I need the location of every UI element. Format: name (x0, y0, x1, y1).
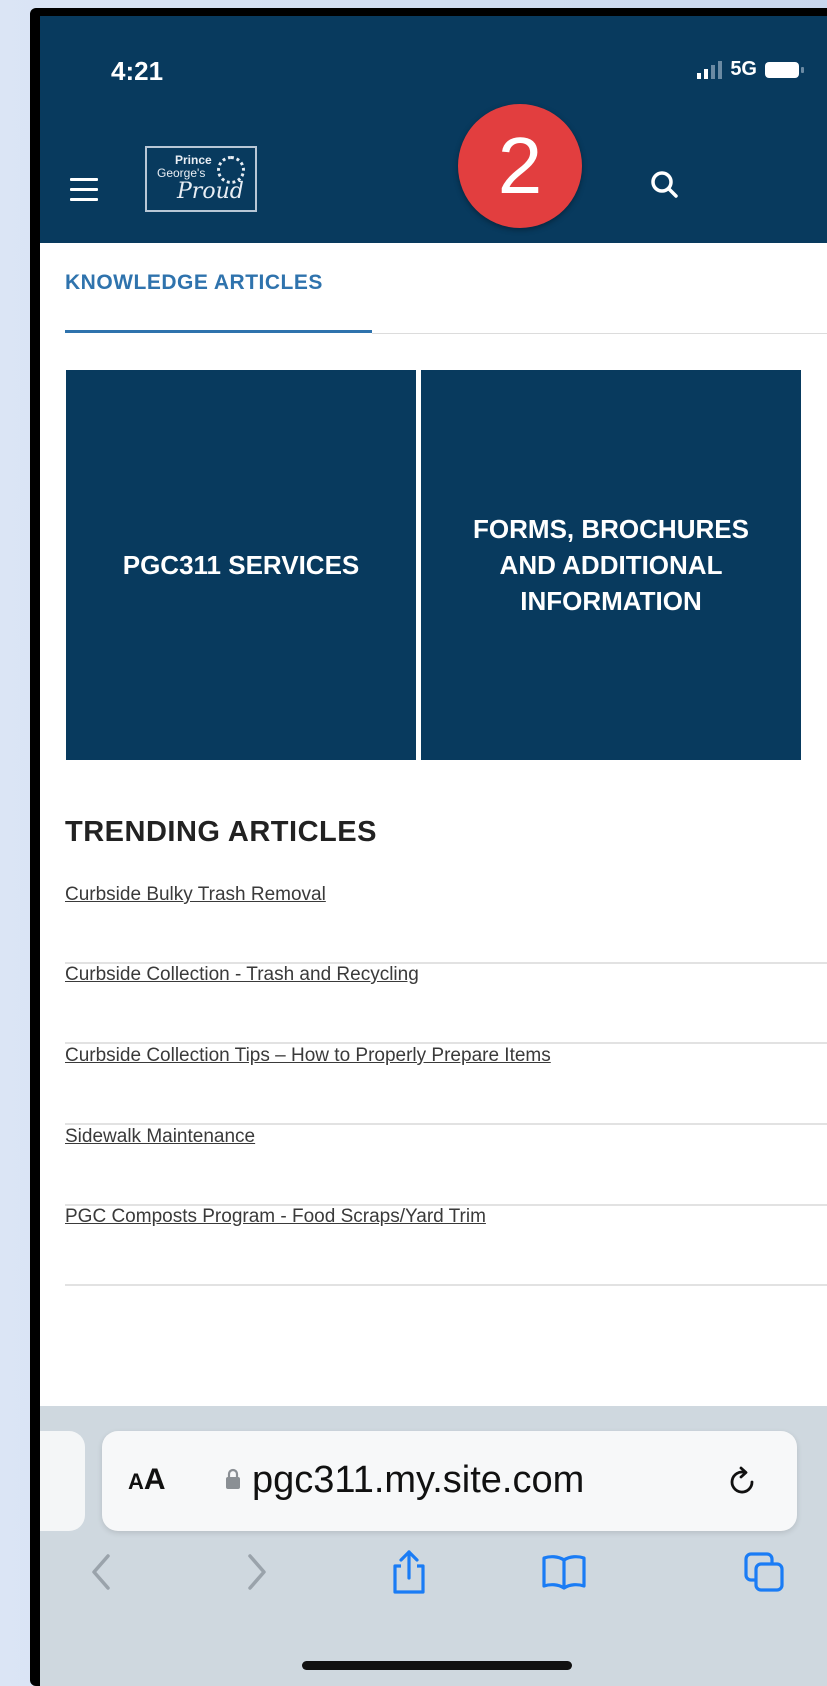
screen: 4:21 5G Prince George's Proud 2 KNOWLEDG… (40, 16, 827, 1686)
divider (65, 1042, 827, 1044)
site-logo[interactable]: Prince George's Proud (145, 146, 257, 212)
tabs-icon[interactable] (740, 1548, 788, 1596)
divider (65, 1284, 827, 1286)
list-item: PGC Composts Program - Food Scraps/Yard … (65, 1206, 827, 1286)
battery-icon (765, 61, 804, 78)
list-item: Curbside Collection - Trash and Recyclin… (65, 964, 827, 1044)
article-link[interactable]: Curbside Collection - Trash and Recyclin… (65, 964, 419, 986)
list-item: Sidewalk Maintenance (65, 1126, 827, 1206)
search-icon[interactable] (645, 166, 685, 206)
reload-icon[interactable] (724, 1463, 760, 1499)
divider (372, 333, 827, 334)
trending-heading: TRENDING ARTICLES (65, 816, 377, 848)
lock-icon (226, 1468, 240, 1489)
phone-frame: 4:21 5G Prince George's Proud 2 KNOWLEDG… (30, 8, 827, 1686)
share-icon[interactable] (385, 1548, 433, 1596)
site-header: 4:21 5G Prince George's Proud 2 (40, 16, 827, 243)
menu-icon[interactable] (70, 178, 98, 208)
network-label: 5G (730, 58, 757, 80)
signal-icon (697, 60, 723, 79)
article-link[interactable]: Curbside Collection Tips – How to Proper… (65, 1045, 551, 1067)
step-number-badge: 2 (458, 104, 582, 228)
address-bar[interactable]: AA pgc311.my.site.com (102, 1431, 797, 1531)
url-text[interactable]: pgc311.my.site.com (252, 1459, 584, 1502)
tile-pgc311-services[interactable]: PGC311 SERVICES (66, 370, 416, 760)
status-indicators: 5G (697, 58, 804, 81)
tab-knowledge-articles[interactable]: KNOWLEDGE ARTICLES (65, 271, 323, 295)
back-icon[interactable] (78, 1548, 126, 1596)
bookmarks-icon[interactable] (540, 1548, 588, 1596)
active-tab-underline (65, 330, 372, 333)
tile-label: PGC311 SERVICES (122, 550, 360, 580)
home-indicator (302, 1661, 572, 1670)
list-item: Curbside Collection Tips – How to Proper… (65, 1045, 827, 1125)
tile-forms-brochures[interactable]: FORMS, BROCHURES AND ADDITIONAL INFORMAT… (421, 370, 801, 760)
article-link[interactable]: Sidewalk Maintenance (65, 1126, 255, 1148)
status-time: 4:21 (111, 56, 164, 86)
divider (65, 1123, 827, 1125)
article-link[interactable]: PGC Composts Program - Food Scraps/Yard … (65, 1206, 486, 1228)
forward-icon[interactable] (232, 1548, 280, 1596)
browser-toolbar: AA pgc311.my.site.com (40, 1406, 827, 1686)
previous-tab-preview[interactable] (40, 1431, 85, 1531)
list-item: Curbside Bulky Trash Removal (65, 884, 827, 964)
article-link[interactable]: Curbside Bulky Trash Removal (65, 884, 326, 906)
reader-settings-button[interactable]: AA (128, 1463, 166, 1497)
tile-label: FORMS, BROCHURES AND ADDITIONAL INFORMAT… (473, 514, 749, 616)
